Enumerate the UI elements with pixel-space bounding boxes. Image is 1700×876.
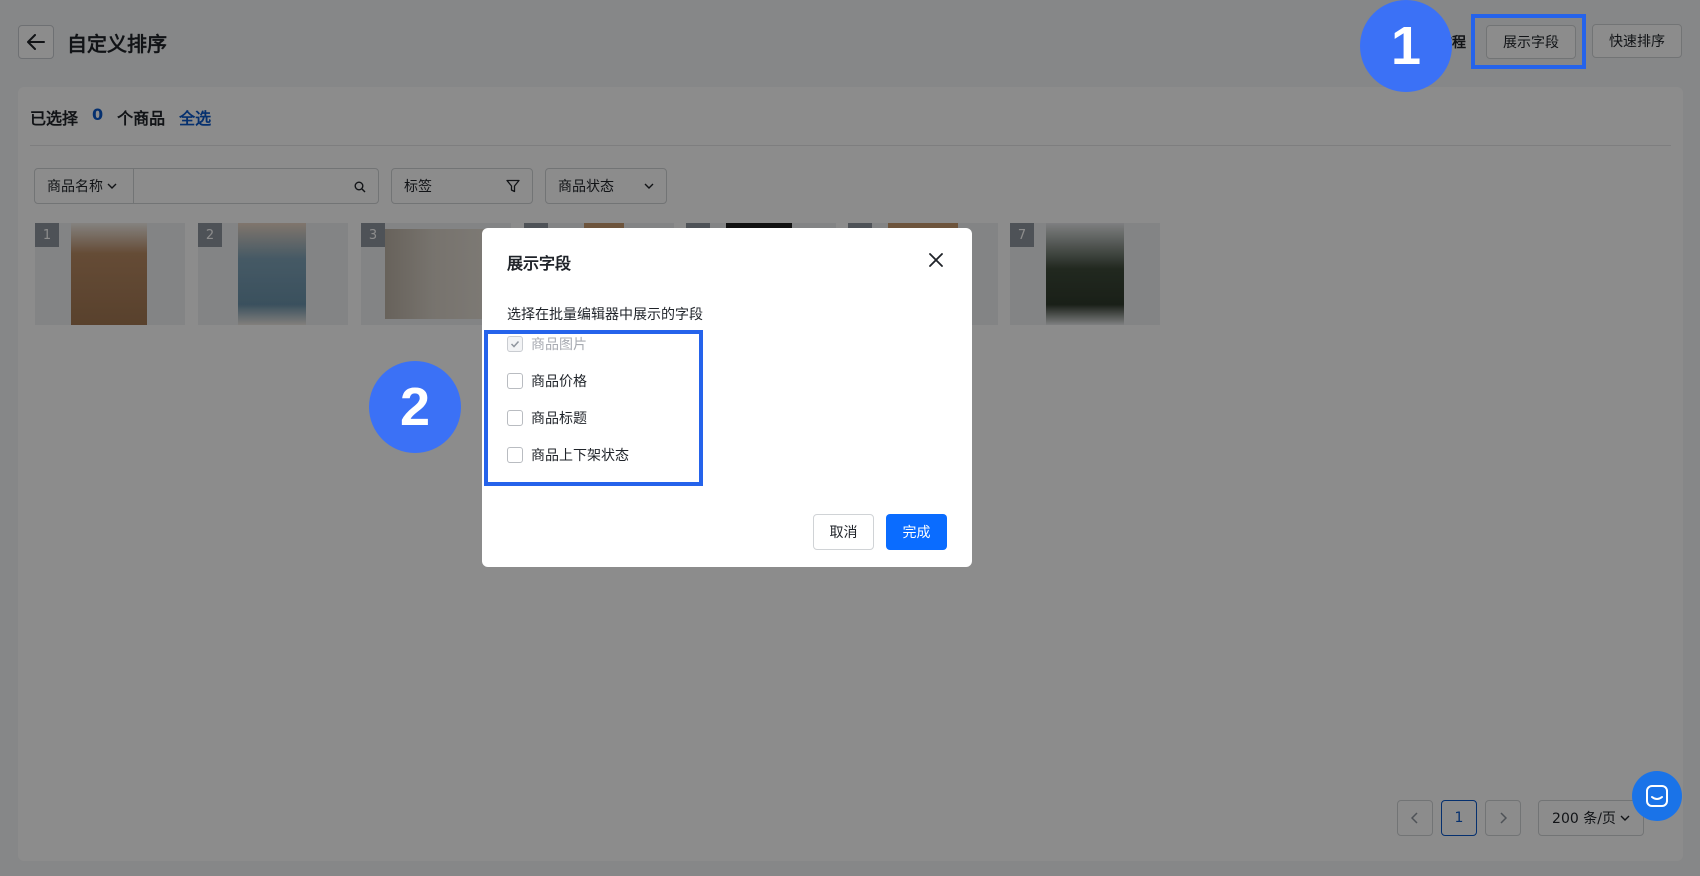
step-badge-2: 2: [369, 361, 461, 453]
highlight-box-field-options: [484, 330, 703, 486]
done-button[interactable]: 完成: [886, 514, 947, 550]
highlight-box-show-fields: [1471, 14, 1586, 69]
dialog-description: 选择在批量编辑器中展示的字段: [507, 307, 703, 323]
dialog-title: 展示字段: [507, 254, 572, 273]
close-icon: [929, 253, 943, 267]
close-button[interactable]: [924, 248, 948, 272]
chat-launcher-button[interactable]: [1632, 771, 1682, 821]
chat-icon: [1646, 785, 1668, 807]
cancel-button[interactable]: 取消: [813, 514, 874, 550]
step-badge-1: 1: [1360, 0, 1452, 92]
